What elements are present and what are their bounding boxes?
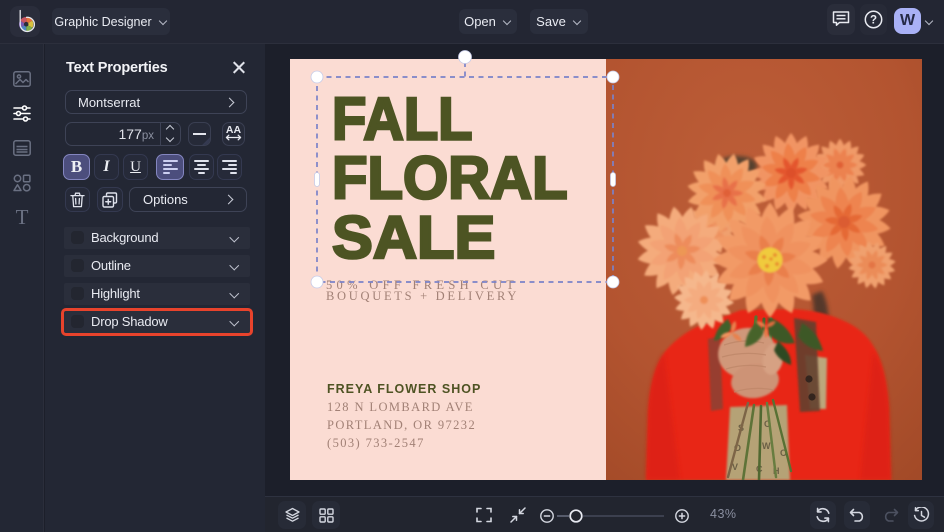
svg-text:?: ? <box>870 15 877 27</box>
svg-text:AA: AA <box>226 124 242 136</box>
svg-text:T: T <box>16 207 29 226</box>
